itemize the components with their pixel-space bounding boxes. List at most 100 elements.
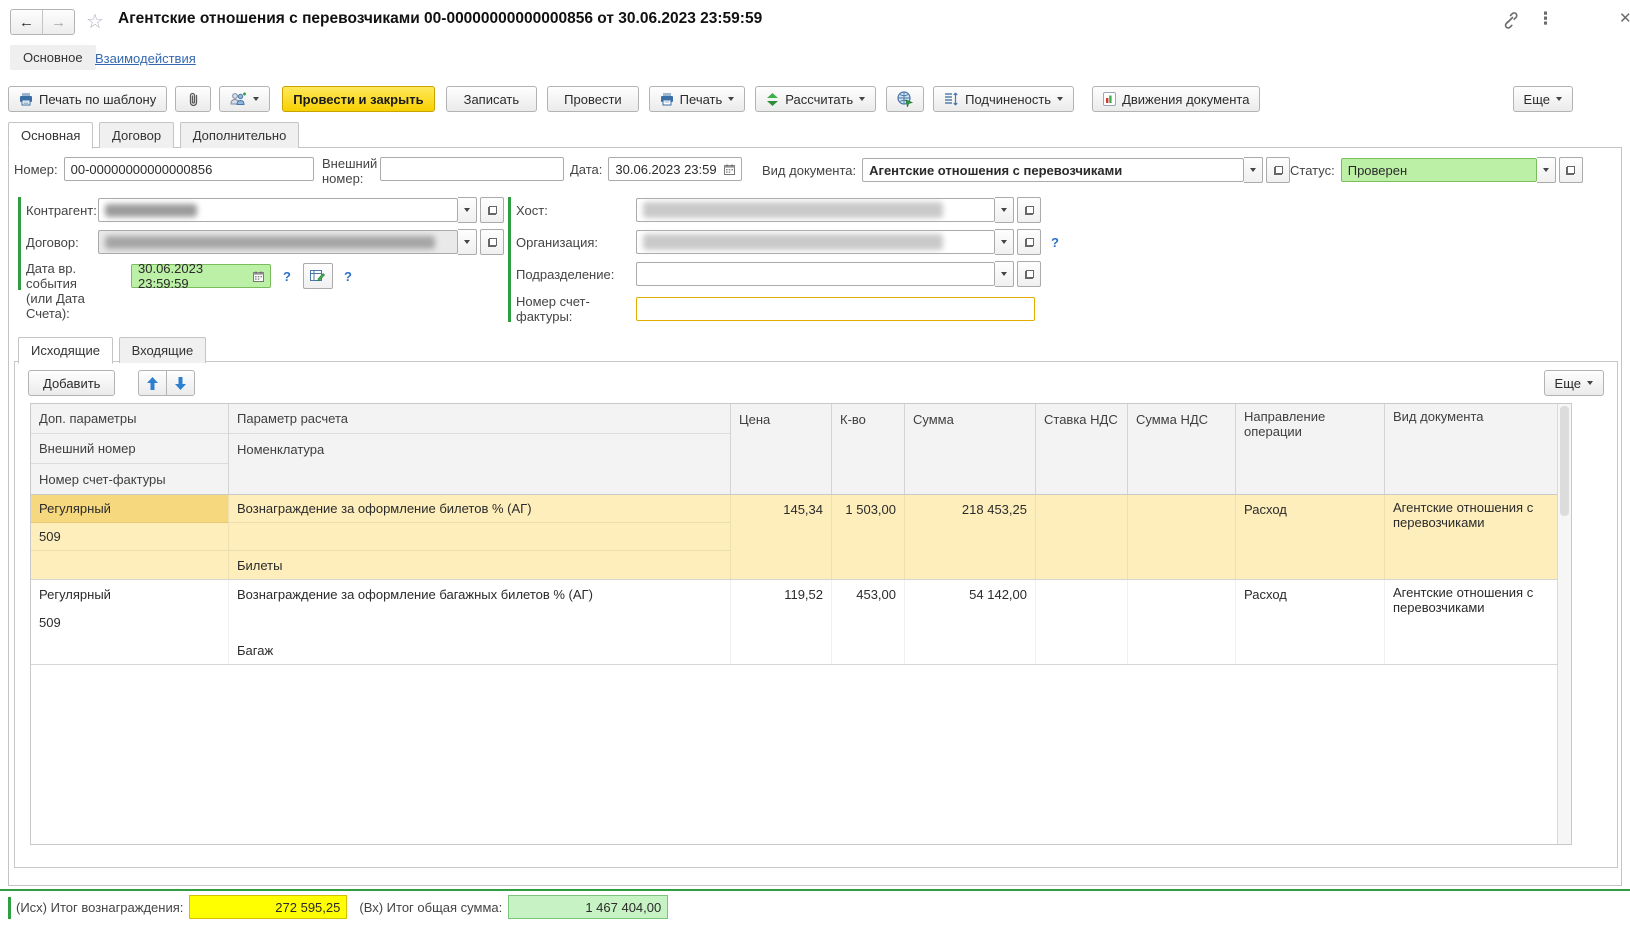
status-input[interactable]: Проверен bbox=[1341, 158, 1537, 182]
cell-external-number[interactable]: 509 bbox=[31, 608, 228, 636]
table-row[interactable]: Регулярный 509 Вознаграждение за оформле… bbox=[31, 580, 1557, 665]
edit-schedule-button[interactable] bbox=[303, 263, 333, 289]
section-main[interactable]: Основное bbox=[10, 45, 96, 70]
table-scrollbar[interactable] bbox=[1557, 404, 1571, 844]
cell-doc-kind[interactable]: Агентские отношения с перевозчиками bbox=[1385, 580, 1557, 664]
cell-extra-param[interactable]: Регулярный bbox=[31, 495, 228, 523]
col-price-header[interactable]: Цена bbox=[731, 404, 832, 494]
cell-empty[interactable] bbox=[229, 608, 730, 636]
favorite-star-icon[interactable]: ☆ bbox=[86, 9, 104, 34]
col-vat-sum-header[interactable]: Сумма НДС bbox=[1128, 404, 1236, 494]
cell-vat-sum[interactable] bbox=[1128, 495, 1236, 579]
date-input[interactable]: 30.06.2023 23:59 bbox=[608, 157, 742, 181]
status-open-button[interactable] bbox=[1559, 157, 1583, 183]
host-open-button[interactable] bbox=[1017, 197, 1041, 223]
copy-link-icon[interactable] bbox=[1500, 11, 1519, 30]
help-icon[interactable]: ? bbox=[283, 269, 291, 284]
help-icon[interactable]: ? bbox=[1051, 235, 1059, 250]
col-qty-header[interactable]: К-во bbox=[832, 404, 905, 494]
tab-contract[interactable]: Договор bbox=[99, 122, 174, 148]
cell-calc[interactable]: Вознаграждение за оформление багажных би… bbox=[229, 580, 731, 664]
post-button[interactable]: Провести bbox=[547, 86, 639, 112]
calendar-icon[interactable] bbox=[724, 164, 735, 175]
cell-qty[interactable]: 1 503,00 bbox=[832, 495, 905, 579]
calculate-button[interactable]: Рассчитать bbox=[755, 86, 876, 112]
invoice-number-input[interactable] bbox=[636, 297, 1035, 321]
cell-invoice-number[interactable] bbox=[31, 551, 228, 579]
tab-outgoing[interactable]: Исходящие bbox=[18, 337, 113, 364]
doc-kind-open-button[interactable] bbox=[1266, 157, 1290, 183]
cell-vat-sum[interactable] bbox=[1128, 580, 1236, 664]
document-movements-button[interactable]: Движения документа bbox=[1092, 86, 1260, 112]
table-row[interactable]: Регулярный 509 Вознаграждение за оформле… bbox=[31, 495, 1557, 580]
cell-sum[interactable]: 54 142,00 bbox=[905, 580, 1036, 664]
doc-kind-input[interactable]: Агентские отношения с перевозчиками bbox=[862, 158, 1244, 182]
help-icon[interactable]: ? bbox=[344, 269, 352, 284]
cell-calc-param[interactable]: Вознаграждение за оформление багажных би… bbox=[229, 580, 730, 608]
cell-invoice-number[interactable] bbox=[31, 636, 228, 664]
status-dropdown-button[interactable] bbox=[1537, 157, 1556, 183]
col-sum-header[interactable]: Сумма bbox=[905, 404, 1036, 494]
grid-more-button[interactable]: Еще bbox=[1544, 370, 1604, 396]
cell-nomenclature[interactable]: Билеты bbox=[229, 551, 730, 579]
col-vat-rate-header[interactable]: Ставка НДС bbox=[1036, 404, 1128, 494]
save-button[interactable]: Записать bbox=[446, 86, 538, 112]
cell-price[interactable]: 145,34 bbox=[731, 495, 832, 579]
cell-direction[interactable]: Расход bbox=[1236, 580, 1385, 664]
event-date-input[interactable]: 30.06.2023 23:59:59 bbox=[131, 264, 271, 288]
attachments-button[interactable] bbox=[175, 86, 211, 112]
cell-params[interactable]: Регулярный 509 bbox=[31, 580, 229, 664]
cell-calc-param[interactable]: Вознаграждение за оформление билетов % (… bbox=[229, 495, 730, 523]
tab-additional[interactable]: Дополнительно bbox=[180, 122, 300, 148]
forward-button[interactable]: → bbox=[42, 10, 74, 34]
number-input[interactable]: 00-00000000000000856 bbox=[64, 157, 314, 181]
org-input[interactable] bbox=[636, 230, 995, 254]
host-input[interactable] bbox=[636, 198, 995, 222]
col-params-header[interactable]: Доп. параметры Внешний номер Номер счет-… bbox=[31, 404, 229, 494]
add-row-button[interactable]: Добавить bbox=[28, 370, 115, 396]
col-direction-header[interactable]: Направление операции bbox=[1236, 404, 1385, 494]
doc-kind-dropdown-button[interactable] bbox=[1244, 157, 1263, 183]
org-open-button[interactable] bbox=[1017, 229, 1041, 255]
cell-price[interactable]: 119,52 bbox=[731, 580, 832, 664]
subordination-button[interactable]: Подчиненость bbox=[933, 86, 1074, 112]
back-button[interactable]: ← bbox=[11, 10, 42, 34]
kebab-menu-icon[interactable]: ⋮ bbox=[1537, 9, 1554, 29]
counterparty-dropdown-button[interactable] bbox=[458, 197, 477, 223]
scrollbar-thumb[interactable] bbox=[1560, 406, 1569, 516]
cell-qty[interactable]: 453,00 bbox=[832, 580, 905, 664]
calendar-icon[interactable] bbox=[253, 271, 264, 282]
refresh-button[interactable] bbox=[886, 86, 924, 112]
counterparty-input[interactable] bbox=[98, 198, 458, 222]
department-input[interactable] bbox=[636, 262, 995, 286]
tab-main[interactable]: Основная bbox=[8, 122, 93, 149]
cell-vat-rate[interactable] bbox=[1036, 580, 1128, 664]
contract-dropdown-button[interactable] bbox=[458, 229, 477, 255]
host-dropdown-button[interactable] bbox=[995, 197, 1014, 223]
department-open-button[interactable] bbox=[1017, 261, 1041, 287]
print-by-template-button[interactable]: Печать по шаблону bbox=[8, 86, 167, 112]
contract-open-button[interactable] bbox=[480, 229, 504, 255]
cell-vat-rate[interactable] bbox=[1036, 495, 1128, 579]
cell-calc[interactable]: Вознаграждение за оформление билетов % (… bbox=[229, 495, 731, 579]
cell-doc-kind[interactable]: Агентские отношения с перевозчиками bbox=[1385, 495, 1557, 579]
close-icon[interactable]: ✕ bbox=[1619, 9, 1630, 27]
counterparty-open-button[interactable] bbox=[480, 197, 504, 223]
tab-incoming[interactable]: Входящие bbox=[119, 337, 207, 363]
post-and-close-button[interactable]: Провести и закрыть bbox=[282, 86, 434, 112]
section-interactions-link[interactable]: Взаимодействия bbox=[95, 51, 196, 66]
cell-extra-param[interactable]: Регулярный bbox=[31, 580, 228, 608]
external-number-input[interactable] bbox=[380, 157, 564, 181]
cell-external-number[interactable]: 509 bbox=[31, 523, 228, 551]
add-contact-button[interactable] bbox=[219, 86, 270, 112]
toolbar-more-button[interactable]: Еще bbox=[1513, 86, 1573, 112]
col-doc-kind-header[interactable]: Вид документа bbox=[1385, 404, 1557, 494]
department-dropdown-button[interactable] bbox=[995, 261, 1014, 287]
print-button[interactable]: Печать bbox=[649, 86, 746, 112]
move-up-button[interactable] bbox=[138, 370, 167, 396]
cell-nomenclature[interactable]: Багаж bbox=[229, 636, 730, 664]
col-calc-header[interactable]: Параметр расчета Номенклатура bbox=[229, 404, 731, 494]
contract-input[interactable] bbox=[98, 230, 458, 254]
org-dropdown-button[interactable] bbox=[995, 229, 1014, 255]
move-down-button[interactable] bbox=[167, 370, 195, 396]
